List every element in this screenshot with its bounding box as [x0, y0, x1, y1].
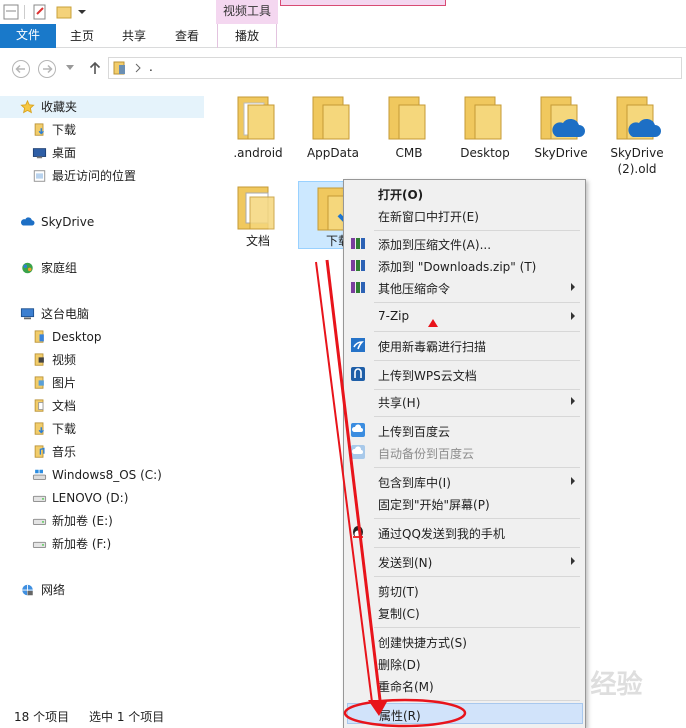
annotation-ellipse	[343, 698, 467, 728]
annotation-arrow-line	[315, 261, 373, 703]
annotation-arrow-line	[325, 259, 382, 701]
annotation-overlay	[315, 259, 467, 728]
annotation-triangle	[428, 319, 438, 327]
